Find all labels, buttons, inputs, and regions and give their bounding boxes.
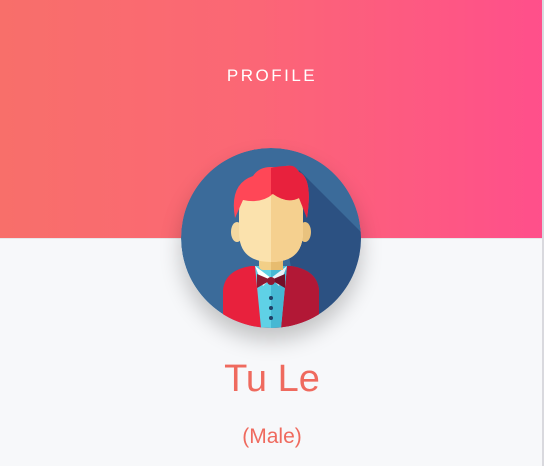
page-title: PROFILE: [226, 66, 318, 85]
male-waiter-avatar-icon: [181, 148, 361, 328]
profile-name: Tu Le: [224, 358, 320, 400]
profile-gender: (Male): [242, 425, 302, 448]
avatar: [181, 148, 361, 328]
